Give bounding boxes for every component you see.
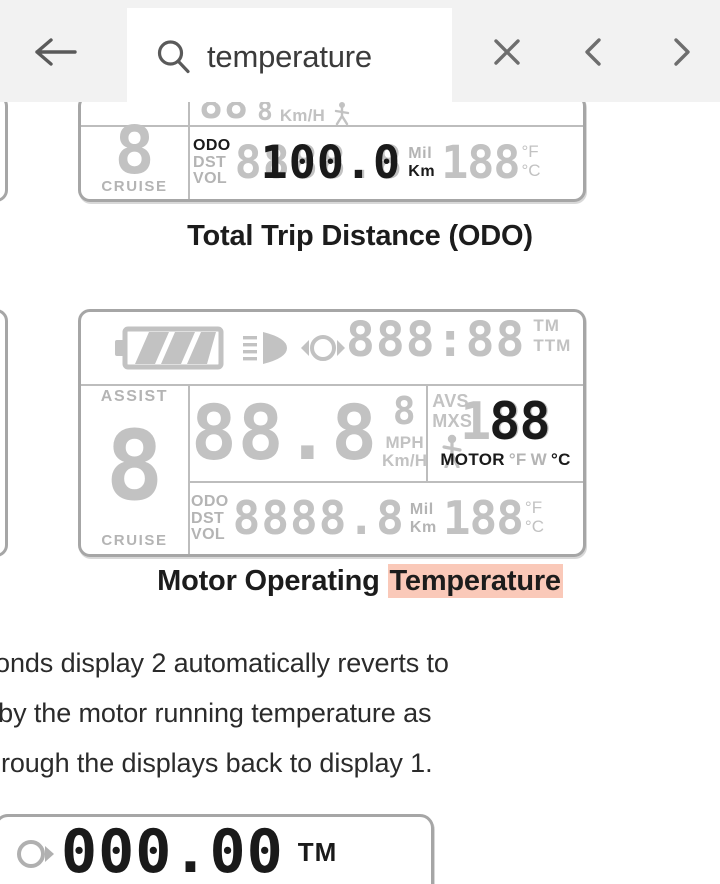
previous-match-button[interactable] (568, 26, 620, 78)
paragraph-line-3: t, cycle through the displays back to di… (0, 748, 433, 778)
display2-decimal-digit: 8 (392, 388, 417, 433)
display1-temp-ghost: 188 (441, 135, 520, 189)
clipped-display-edge-bottom (0, 309, 8, 557)
close-icon (494, 39, 520, 65)
display2-temp-section: 188 °F °C (443, 495, 544, 541)
display2-mode-labels: ODO DST VOL (191, 492, 229, 544)
display1-cruise-label: CRUISE (101, 178, 168, 195)
display1-units: Mil Km (408, 143, 435, 181)
display1-odo-value: 100.0 (260, 135, 402, 189)
next-match-button[interactable] (655, 26, 707, 78)
display2-tm-label: TM (533, 316, 560, 335)
usb-icon (300, 330, 346, 371)
display2-cruise-label: CRUISE (101, 532, 168, 549)
display2-motor-c: °C (550, 450, 571, 469)
caption2-highlight: Temperature (387, 564, 563, 598)
battery-icon (115, 326, 225, 375)
display1-temp-c: °C (521, 161, 541, 180)
display2-speed-section: 88.8 8 MPH Km/H AVS MXS (191, 386, 472, 480)
display1-km-label: Km (408, 163, 436, 180)
display1-odo-label: ODO (193, 137, 231, 155)
display2-mil-label: Mil (409, 501, 434, 519)
display2-vline-1 (188, 384, 190, 554)
display2-temp-ghost: 188 (442, 491, 524, 545)
display1-odo-row: ODO DST VOL 8888.8 100.0 Mil Km 188 °F °… (193, 127, 579, 197)
display2-motor-temp-section: 188 88 MOTOR °F W °C (430, 386, 581, 480)
display2-tm-labels: TM TTM (533, 316, 571, 357)
display2-clock-ghost: 888:88 (346, 312, 526, 368)
display1-kmh-label: Km/H (279, 105, 326, 125)
display1-motor-w: W (525, 102, 541, 107)
chevron-left-icon (585, 38, 601, 66)
caption2-prefix: Motor Operating (157, 565, 388, 597)
display1-mode-labels: ODO DST VOL (193, 136, 231, 188)
caption-total-trip-distance: Total Trip Distance (ODO) (187, 220, 533, 252)
display2-motor-w: W (530, 450, 547, 469)
document-canvas[interactable]: 88 8 Km/H MOTOR °F W °C (0, 102, 720, 884)
display3-value: 000.00 (61, 817, 284, 884)
display1-cruise-digit: 8 (114, 111, 155, 189)
display1-vertical-divider (188, 102, 190, 199)
back-button[interactable] (30, 26, 82, 78)
display2-motor-temp-value: 88 (489, 392, 551, 452)
search-icon (141, 27, 207, 87)
search-query-text: temperature (207, 38, 372, 74)
display3-row: 000.00 TM (0, 817, 431, 884)
body-paragraph: r five seconds display 2 automatically r… (0, 638, 668, 788)
display3-tm-label: TM (297, 836, 338, 867)
headlight-icon (243, 328, 295, 373)
display2-units: Mil Km (410, 499, 437, 537)
display2-motor-label: MOTOR (440, 450, 505, 469)
clipped-display-edge-top (0, 102, 8, 202)
lcd-display-1: 88 8 Km/H MOTOR °F W °C (78, 102, 586, 202)
paragraph-line-2: replaced by the motor running temperatur… (0, 698, 432, 728)
display2-odo-ghost: 8888.8 (232, 491, 405, 545)
lcd-display-2: 888:88 TM TTM ASSIST 8 CRUISE 88.8 8 MPH… (78, 309, 586, 557)
clear-search-button[interactable] (481, 26, 533, 78)
display2-mph-label: MPH (385, 432, 424, 452)
display2-temp-units: °F °C (525, 499, 544, 536)
arrow-left-icon (35, 38, 77, 66)
usb-icon (11, 830, 55, 875)
display1-mil-label: Mil (408, 145, 433, 163)
display1-cut-top-row: 88 8 Km/H MOTOR °F W °C (81, 102, 583, 125)
display1-motor-f: °F (502, 102, 519, 107)
display2-temp-c: °C (524, 517, 544, 536)
display1-motor-label: MOTOR (433, 102, 496, 107)
display2-km-label: Km (409, 519, 437, 536)
display1-motor-c: °C (547, 102, 566, 107)
display2-temp-f: °F (524, 498, 543, 518)
display1-temp-section: 188 °F °C (441, 140, 540, 185)
display2-assist-digit: 8 (105, 409, 164, 522)
display1-cruise-section: 8 CRUISE (81, 111, 188, 199)
lcd-display-3: 000.00 TM (0, 814, 434, 884)
caption-motor-operating-temperature: Motor Operating Temperature (0, 564, 720, 598)
display2-motor-labels: MOTOR °F W °C (440, 450, 570, 470)
display1-temp-f: °F (521, 142, 539, 162)
display2-ttm-label: TTM (533, 336, 572, 356)
display2-hline-2 (188, 481, 583, 483)
chevron-right-icon (674, 38, 690, 66)
display2-odo-row: ODO DST VOL 8888.8 Mil Km 188 °F °C (191, 484, 580, 552)
walk-assist-icon (334, 102, 350, 125)
display2-odo-label: ODO (191, 493, 229, 511)
display2-kmh-label: Km/H (382, 451, 428, 470)
paragraph-line-1: r five seconds display 2 automatically r… (0, 648, 449, 678)
display1-temp-units: °F °C (521, 143, 540, 180)
display2-motor-f: °F (508, 450, 527, 469)
display2-vol-label: VOL (191, 526, 226, 544)
display2-assist-label: ASSIST (100, 388, 169, 405)
search-toolbar: temperature (0, 0, 720, 105)
search-input[interactable]: temperature (127, 8, 452, 105)
display2-dst-label: DST (191, 509, 225, 527)
display1-vol-label: VOL (193, 170, 228, 188)
display1-dst-label: DST (193, 153, 227, 171)
display2-speed-ghost: 88.8 (191, 388, 379, 477)
display2-assist-section: ASSIST 8 CRUISE (81, 384, 188, 554)
display2-status-row: 888:88 TM TTM (81, 312, 583, 384)
